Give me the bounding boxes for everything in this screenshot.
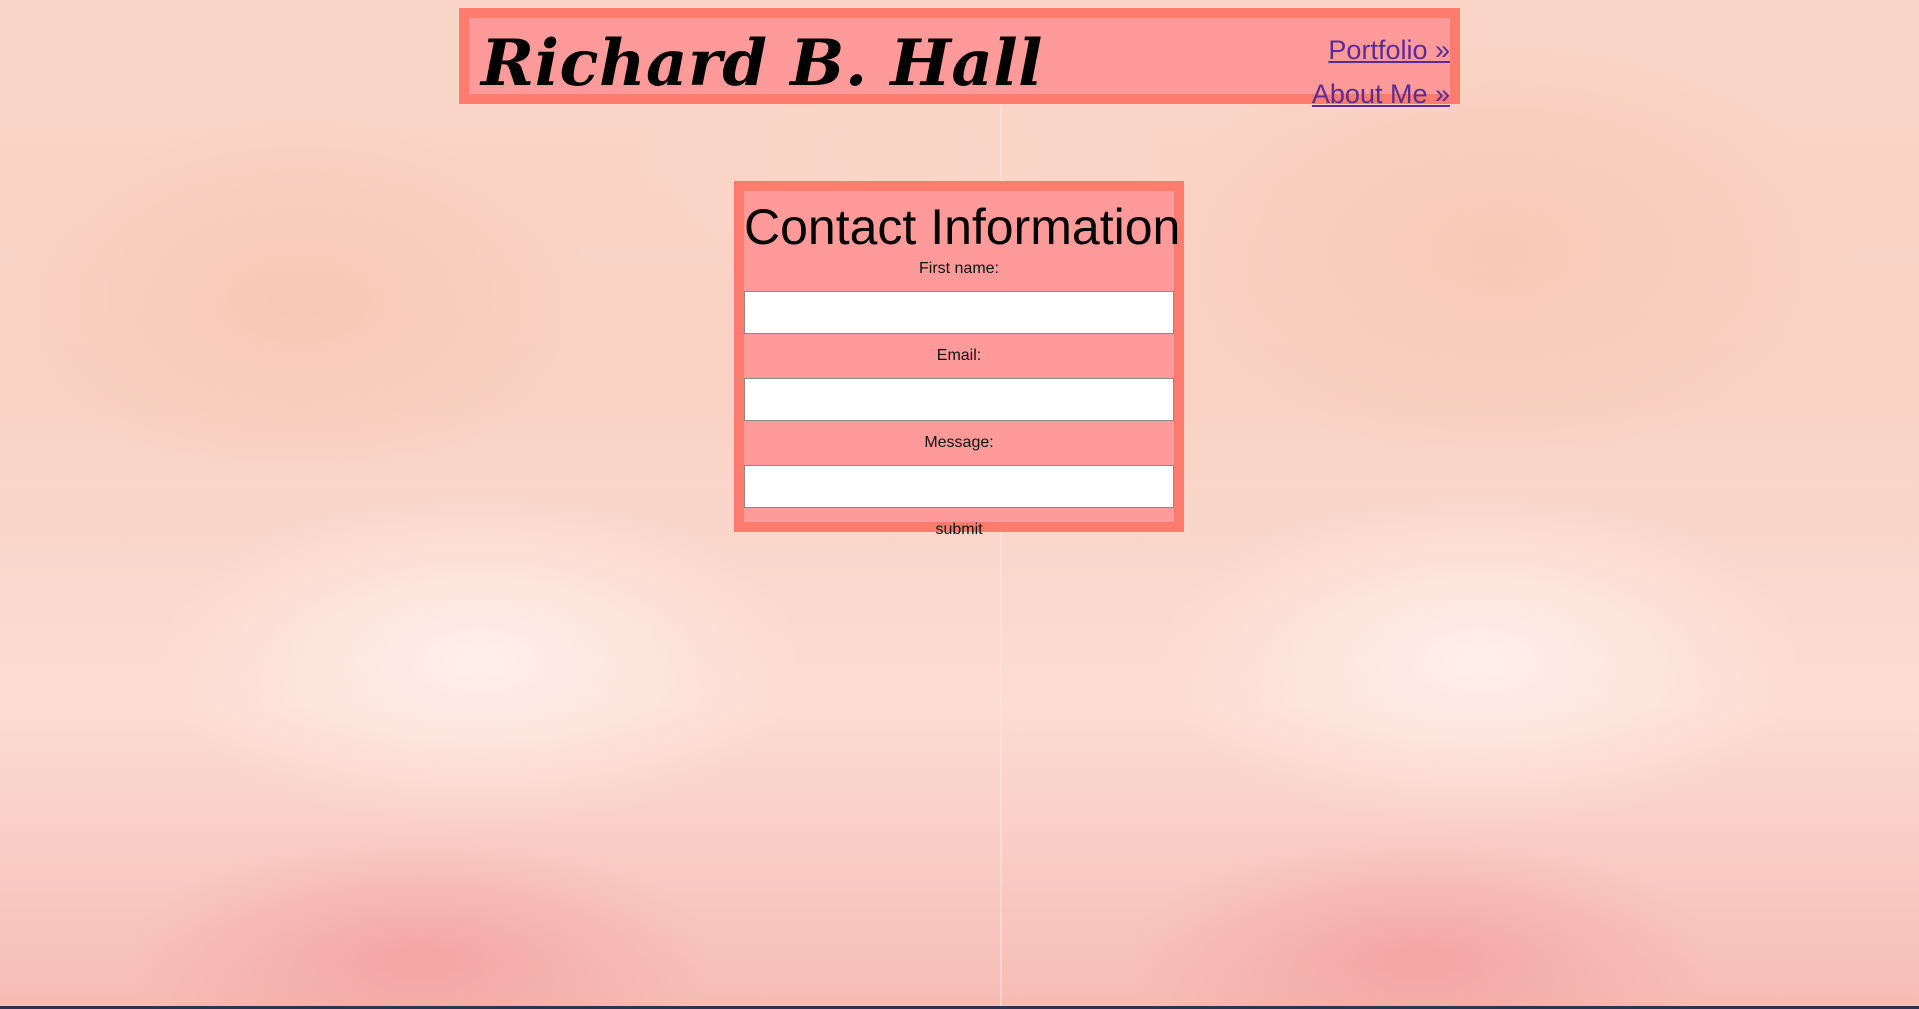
contact-heading: Contact Information [744, 199, 1181, 255]
page-body: { "header": { "site_title": "Richard B. … [0, 0, 1919, 1009]
site-header: Richard B. Hall Portfolio » About Me » [459, 8, 1460, 109]
submit-button[interactable]: submit [935, 520, 982, 540]
contact-form: Contact Information First name: Email: M… [734, 181, 1184, 538]
header-nav: Portfolio » About Me » [1312, 28, 1450, 116]
message-label: Message: [924, 434, 994, 451]
nav-link-portfolio[interactable]: Portfolio » [1312, 28, 1450, 72]
nav-link-about-me[interactable]: About Me » [1312, 72, 1450, 116]
first-name-input[interactable] [744, 291, 1174, 334]
message-input[interactable] [744, 465, 1174, 508]
first-name-label: First name: [918, 260, 999, 277]
site-title: Richard B. Hall [481, 26, 1043, 101]
email-label: Email: [936, 347, 982, 364]
email-input[interactable] [744, 378, 1174, 421]
